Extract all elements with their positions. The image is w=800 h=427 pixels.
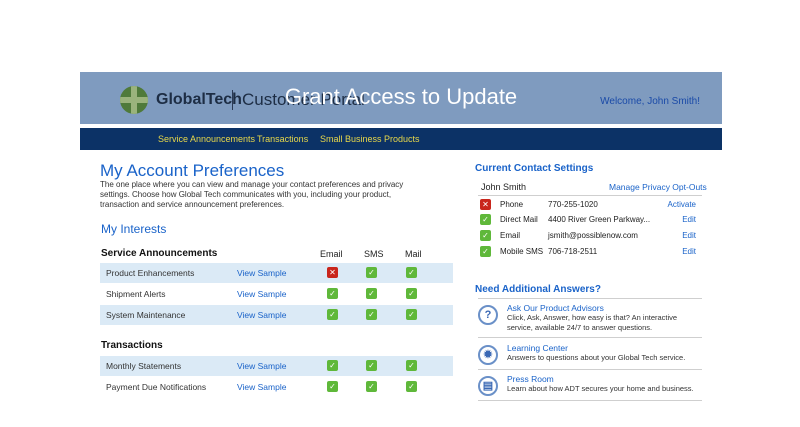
row-label: Product Enhancements xyxy=(106,268,195,278)
page-title: My Account Preferences xyxy=(100,161,285,180)
table-row: Payment Due Notifications View Sample ✓ … xyxy=(100,377,453,397)
contact-value: jsmith@possiblenow.com xyxy=(548,231,638,240)
checkmark-icon[interactable]: ✓ xyxy=(480,230,491,241)
edit-link[interactable]: Edit xyxy=(682,231,696,240)
question-icon: ? xyxy=(478,305,498,325)
edit-link[interactable]: Edit xyxy=(682,247,696,256)
checkmark-icon[interactable]: ✓ xyxy=(406,309,417,320)
row-label: Shipment Alerts xyxy=(106,289,166,299)
divider xyxy=(478,195,702,196)
view-sample-link[interactable]: View Sample xyxy=(237,382,286,392)
section-title-service: Service Announcements xyxy=(101,248,218,259)
view-sample-link[interactable]: View Sample xyxy=(237,310,286,320)
checkmark-icon[interactable]: ✓ xyxy=(366,381,377,392)
column-sms: SMS xyxy=(364,249,384,259)
help-item-desc: Click, Ask, Answer, how easy is that? An… xyxy=(507,313,678,332)
help-item-advisors[interactable]: ? Ask Our Product Advisors Click, Ask, A… xyxy=(478,303,702,333)
help-title: Need Additional Answers? xyxy=(475,284,601,295)
contact-row: ✕ Phone 770-255-1020 Activate xyxy=(478,198,700,212)
checkmark-icon[interactable]: ✓ xyxy=(327,309,338,320)
checkmark-icon[interactable]: ✓ xyxy=(366,267,377,278)
main-nav: Service Announcements Transactions Small… xyxy=(80,128,722,150)
header-bar: GlobalTech Customer Portal Grant Access … xyxy=(80,72,722,124)
contact-value: 770-255-1020 xyxy=(548,200,598,209)
checkmark-icon[interactable]: ✓ xyxy=(406,381,417,392)
contact-type: Email xyxy=(500,231,521,240)
contact-type: Mobile SMS xyxy=(500,247,544,256)
help-item-desc: Learn about how ADT secures your home an… xyxy=(507,384,694,393)
view-sample-link[interactable]: View Sample xyxy=(237,361,286,371)
newspaper-icon: ▤ xyxy=(478,376,498,396)
row-label: Payment Due Notifications xyxy=(106,382,207,392)
x-checkbox-icon[interactable]: ✕ xyxy=(327,267,338,278)
contact-row: ✓ Mobile SMS 706-718-2511 Edit xyxy=(478,245,700,259)
table-row: System Maintenance View Sample ✓ ✓ ✓ xyxy=(100,305,453,325)
row-label: Monthly Statements xyxy=(106,361,182,371)
contact-row: ✓ Direct Mail 4400 River Green Parkway..… xyxy=(478,213,700,227)
checkmark-icon[interactable]: ✓ xyxy=(327,381,338,392)
contact-type: Direct Mail xyxy=(500,215,538,224)
checkmark-icon[interactable]: ✓ xyxy=(480,246,491,257)
contact-name: John Smith xyxy=(481,182,527,192)
column-email: Email xyxy=(320,249,343,259)
interests-title: My Interests xyxy=(101,222,167,236)
help-item-title[interactable]: Learning Center xyxy=(507,343,568,353)
divider xyxy=(478,298,702,299)
help-item-title[interactable]: Ask Our Product Advisors xyxy=(507,303,604,313)
table-row: Shipment Alerts View Sample ✓ ✓ ✓ xyxy=(100,284,453,304)
divider xyxy=(478,337,702,338)
intro-text: The one place where you can view and man… xyxy=(100,180,404,209)
section-title-transactions: Transactions xyxy=(101,340,163,351)
contact-value: 706-718-2511 xyxy=(548,247,598,256)
edit-link[interactable]: Edit xyxy=(682,215,696,224)
help-item-title[interactable]: Press Room xyxy=(507,374,554,384)
checkmark-icon[interactable]: ✓ xyxy=(327,360,338,371)
contact-settings-title: Current Contact Settings xyxy=(475,163,594,174)
checkmark-icon[interactable]: ✓ xyxy=(406,267,417,278)
contact-row: ✓ Email jsmith@possiblenow.com Edit xyxy=(478,229,700,243)
nav-service-announcements[interactable]: Service Announcements xyxy=(158,134,255,144)
manage-privacy-link[interactable]: Manage Privacy Opt-Outs xyxy=(609,182,707,192)
contact-value: 4400 River Green Parkway... xyxy=(548,215,651,224)
checkmark-icon[interactable]: ✓ xyxy=(406,288,417,299)
welcome-link[interactable]: Welcome, John Smith! xyxy=(600,96,700,107)
column-mail: Mail xyxy=(405,249,422,259)
nav-small-business-products[interactable]: Small Business Products xyxy=(320,134,420,144)
lightbulb-icon: ✹ xyxy=(478,345,498,365)
checkmark-icon[interactable]: ✓ xyxy=(366,360,377,371)
checkmark-icon[interactable]: ✓ xyxy=(406,360,417,371)
checkmark-icon[interactable]: ✓ xyxy=(327,288,338,299)
row-label: System Maintenance xyxy=(106,310,186,320)
checkmark-icon[interactable]: ✓ xyxy=(366,288,377,299)
view-sample-link[interactable]: View Sample xyxy=(237,268,286,278)
checkmark-icon[interactable]: ✓ xyxy=(480,214,491,225)
x-checkbox-icon[interactable]: ✕ xyxy=(480,199,491,210)
divider xyxy=(478,369,702,370)
help-item-desc: Answers to questions about your Global T… xyxy=(507,353,686,362)
divider xyxy=(478,400,702,401)
nav-transactions[interactable]: Transactions xyxy=(257,134,308,144)
checkmark-icon[interactable]: ✓ xyxy=(366,309,377,320)
activate-link[interactable]: Activate xyxy=(668,200,696,209)
table-row: Product Enhancements View Sample ✕ ✓ ✓ xyxy=(100,263,453,283)
view-sample-link[interactable]: View Sample xyxy=(237,289,286,299)
table-row: Monthly Statements View Sample ✓ ✓ ✓ xyxy=(100,356,453,376)
contact-type: Phone xyxy=(500,200,524,209)
